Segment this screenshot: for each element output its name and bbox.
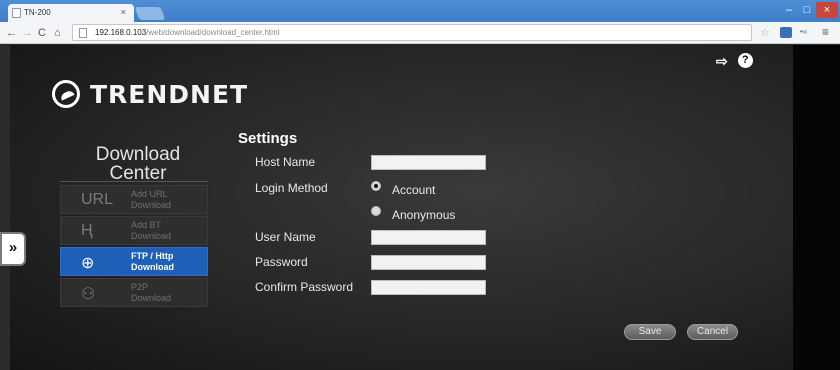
page: TRENDNET ⇨ ? Download Center URL Add URL…: [0, 45, 840, 370]
password-label: Password: [255, 255, 308, 269]
bittorrent-icon: Ⱨ: [81, 222, 93, 239]
new-tab-button[interactable]: [134, 7, 166, 20]
window-close-button[interactable]: ×: [816, 2, 838, 18]
sidebar-item-label-line2: Download: [131, 262, 174, 272]
password-input[interactable]: [371, 255, 486, 270]
trendnet-logo: TRENDNET: [52, 79, 248, 109]
address-bar[interactable]: 192.168.0.103/web/download/download_cent…: [72, 24, 752, 41]
url-path: /web/download/download_center.html: [146, 28, 280, 37]
confirm-password-input[interactable]: [371, 280, 486, 295]
tab-title: TN-200: [24, 8, 51, 17]
download-center-title: Download Center: [70, 145, 206, 183]
login-account-label: Account: [392, 183, 436, 197]
user-name-label: User Name: [255, 230, 316, 244]
login-method-label: Login Method: [255, 181, 328, 195]
right-edge-strip: [793, 45, 840, 370]
home-icon[interactable]: ⌂: [54, 25, 61, 41]
sidebar-item-label-line1: Add BT: [131, 220, 162, 230]
sidebar-item-label-line2: Download: [131, 200, 172, 210]
trendnet-logo-mark-icon: [52, 80, 80, 108]
url-icon: URL: [81, 191, 114, 208]
confirm-password-label: Confirm Password: [255, 280, 354, 294]
sidebar-item-label-line1: Add URL: [131, 189, 168, 199]
forward-arrow-icon[interactable]: →: [22, 25, 33, 41]
settings-title: Settings: [238, 130, 298, 147]
window-maximize-button[interactable]: □: [798, 2, 816, 18]
header-actions: ⇨ ?: [716, 53, 753, 69]
login-anonymous-radio[interactable]: [371, 206, 381, 216]
sidebar-menu: URL Add URL Download Ⱨ Add BT Download ⊕…: [60, 185, 208, 309]
sidebar-item-add-bt-download[interactable]: Ⱨ Add BT Download: [60, 216, 208, 245]
host-name-input[interactable]: [371, 155, 486, 170]
reload-icon[interactable]: C: [38, 25, 46, 41]
window-minimize-button[interactable]: –: [780, 2, 798, 18]
sidebar-item-label: P2P Download: [131, 282, 205, 304]
sidebar-item-label-line1: P2P: [131, 282, 149, 292]
sidebar-item-p2p-download[interactable]: ⚇ P2P Download: [60, 278, 208, 307]
sidebar-item-label-line2: Download: [131, 231, 172, 241]
page-favicon-icon: [12, 8, 21, 18]
sidebar-item-label: FTP / Http Download: [131, 251, 205, 273]
host-name-label: Host Name: [255, 155, 316, 169]
cancel-button[interactable]: Cancel: [687, 324, 738, 340]
logo-text: TRENDNET: [90, 79, 249, 109]
browser-menu-icon[interactable]: ≡: [822, 25, 829, 39]
extension-secondary-icon[interactable]: •«: [800, 27, 807, 36]
expand-sidebar-button[interactable]: »: [0, 232, 26, 266]
download-center-title-line1: Download: [95, 144, 181, 165]
bookmark-star-icon[interactable]: ☆: [760, 26, 770, 39]
sidebar-item-ftp-http-download[interactable]: ⊕ FTP / Http Download: [60, 247, 208, 276]
sidebar-divider: [60, 181, 208, 182]
main-panel: TRENDNET ⇨ ? Download Center URL Add URL…: [10, 45, 793, 370]
login-anonymous-label: Anonymous: [392, 208, 456, 222]
browser-tab-bar: TN-200 × – □ ×: [0, 0, 840, 22]
browser-tab[interactable]: TN-200 ×: [8, 4, 134, 22]
page-icon: [79, 28, 87, 38]
tab-close-icon[interactable]: ×: [121, 7, 126, 17]
login-account-radio[interactable]: [371, 181, 381, 191]
p2p-network-icon: ⚇: [81, 286, 96, 303]
extension-icon[interactable]: [780, 27, 792, 38]
save-button[interactable]: Save: [624, 324, 676, 340]
logout-icon[interactable]: ⇨: [716, 53, 728, 69]
back-arrow-icon[interactable]: ←: [6, 25, 17, 41]
url-host: 192.168.0.103: [95, 28, 147, 37]
sidebar-item-label: Add BT Download: [131, 220, 205, 242]
sidebar-item-label-line1: FTP / Http: [131, 251, 174, 261]
browser-toolbar: ← → C ⌂ 192.168.0.103/web/download/downl…: [0, 22, 840, 44]
sidebar-item-label: Add URL Download: [131, 189, 205, 211]
sidebar-item-label-line2: Download: [131, 293, 172, 303]
globe-icon: ⊕: [81, 255, 95, 272]
help-icon[interactable]: ?: [737, 53, 753, 68]
sidebar-item-add-url-download[interactable]: URL Add URL Download: [60, 185, 208, 214]
user-name-input[interactable]: [371, 230, 486, 245]
